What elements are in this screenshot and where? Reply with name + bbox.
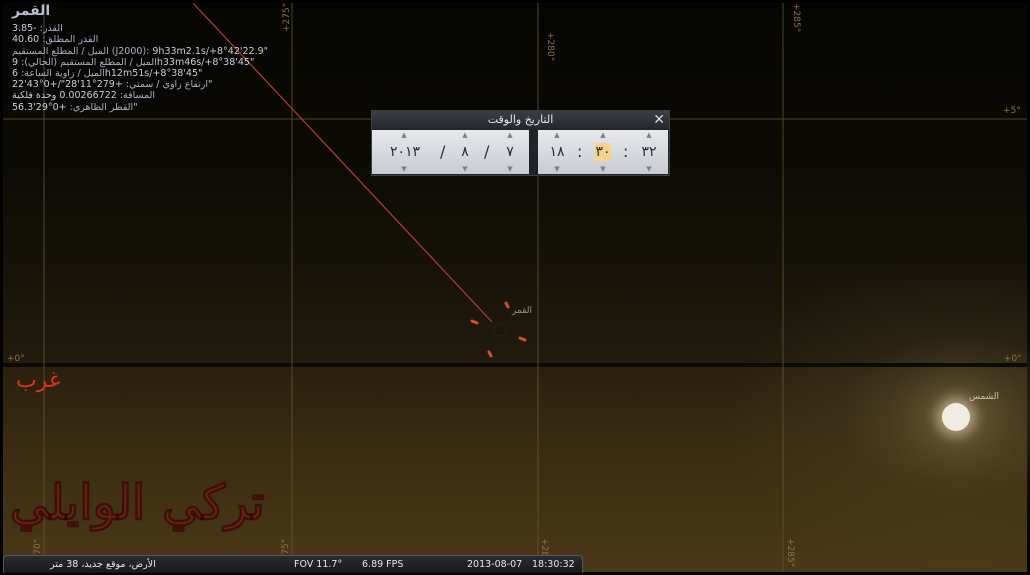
- grid-label-dec-5: +5°: [1003, 106, 1021, 116]
- info-row-alt-az: ارتفاع زاوي / سمتي: +279°11'28"/+0°43'22…: [12, 79, 213, 91]
- grid-label-ra-280-top: +280°: [545, 32, 555, 61]
- month-spinbox[interactable]: ▲ ٨ ▼: [451, 130, 479, 174]
- second-value[interactable]: ٣٢: [635, 143, 663, 161]
- grid-label-ra-275-top: +275°: [282, 3, 292, 32]
- time-panel: ▲ ١٨ ▼ : ▲ ٣٠ ▼ : ▲ ٣٢ ▼: [538, 130, 668, 174]
- grid-label-ra-285-top: +285°: [791, 3, 801, 32]
- info-row-ra-dec-j2000: الميل / المطلع المستقيم (J2000): 9h33m2.…: [12, 45, 269, 57]
- moon-label[interactable]: القمر: [512, 306, 532, 316]
- watermark-text: تركي الوايلي: [10, 475, 266, 532]
- date-panel: ▲ ٢٠١٣ ▼ / ▲ ٨ ▼ / ▲ ٧ ▼: [372, 130, 529, 174]
- day-value[interactable]: ٧: [496, 143, 524, 161]
- stellarium-view[interactable]: +275° +280° +285° +270° +275° +280° +285…: [0, 0, 1030, 575]
- grid-label-dec-0-right: +0°: [1004, 354, 1022, 364]
- hour-up-arrow-icon[interactable]: ▲: [543, 130, 571, 140]
- hour-value[interactable]: ١٨: [543, 143, 571, 161]
- status-location[interactable]: الأرض، موقع جديد، 38 متر: [50, 556, 156, 573]
- status-fps: 6.89 FPS: [362, 559, 404, 570]
- day-down-arrow-icon[interactable]: ▼: [496, 164, 524, 174]
- status-time[interactable]: 18:30:32: [532, 556, 575, 573]
- year-up-arrow-icon[interactable]: ▲: [390, 130, 418, 140]
- date-separator: /: [440, 142, 446, 161]
- day-spinbox[interactable]: ▲ ٧ ▼: [496, 130, 524, 174]
- hour-spinbox[interactable]: ▲ ١٨ ▼: [543, 130, 571, 174]
- minute-up-arrow-icon[interactable]: ▲: [589, 130, 617, 140]
- second-spinbox[interactable]: ▲ ٣٢ ▼: [635, 130, 663, 174]
- date-time-dialog[interactable]: التاريخ والوقت ✕ ▲ ٢٠١٣ ▼ / ▲ ٨ ▼ / ▲ ٧ …: [371, 110, 670, 176]
- day-up-arrow-icon[interactable]: ▲: [496, 130, 524, 140]
- hour-down-arrow-icon[interactable]: ▼: [543, 164, 571, 174]
- info-row-apparent-diameter: القطر الظاهري: +0°29'56.3": [12, 101, 138, 113]
- status-bar[interactable]: الأرض، موقع جديد، 38 متر FOV 11.7° 6.89 …: [3, 555, 583, 573]
- close-icon[interactable]: ✕: [653, 111, 665, 129]
- grid-label-ra-285-bottom: +285°: [785, 538, 795, 567]
- info-row-magnitude: القدر: -3.85: [12, 23, 63, 35]
- year-down-arrow-icon[interactable]: ▼: [390, 164, 418, 174]
- month-value[interactable]: ٨: [451, 143, 479, 161]
- year-value[interactable]: ٢٠١٣: [390, 143, 420, 161]
- info-row-hour-angle: الميل / زاوية الساعة: 6h12m51s/+8°38'45": [12, 68, 203, 80]
- status-fov: FOV 11.7°: [294, 559, 343, 570]
- second-up-arrow-icon[interactable]: ▲: [635, 130, 663, 140]
- dialog-titlebar[interactable]: التاريخ والوقت ✕: [372, 111, 669, 129]
- dialog-title: التاريخ والوقت: [487, 113, 554, 126]
- info-row-absolute-magnitude: القدر المطلق: 40.60: [12, 34, 99, 46]
- time-separator: :: [623, 142, 629, 161]
- year-spinbox[interactable]: ▲ ٢٠١٣ ▼: [390, 130, 420, 174]
- object-info-panel: القمر القدر: -3.85 القدر المطلق: 40.60 ا…: [12, 3, 269, 113]
- info-row-distance: المسافة: 0.00266722 وحدة فلكية: [12, 90, 156, 102]
- sun-disk[interactable]: [942, 403, 970, 431]
- time-separator: :: [577, 142, 583, 161]
- month-up-arrow-icon[interactable]: ▲: [451, 130, 479, 140]
- status-date[interactable]: 2013-08-07: [467, 556, 522, 573]
- grid-label-dec-0-left: +0°: [7, 354, 25, 364]
- moon-disk[interactable]: [493, 323, 507, 337]
- month-down-arrow-icon[interactable]: ▼: [451, 164, 479, 174]
- second-down-arrow-icon[interactable]: ▼: [635, 164, 663, 174]
- minute-spinbox[interactable]: ▲ ٣٠ ▼: [589, 130, 617, 174]
- minute-down-arrow-icon[interactable]: ▼: [589, 164, 617, 174]
- object-name: القمر: [12, 3, 51, 19]
- minute-value[interactable]: ٣٠: [595, 143, 611, 161]
- info-row-ra-dec-current: الميل / المطلع المستقيم (الحالي): 9h33m4…: [12, 56, 255, 68]
- date-separator: /: [484, 142, 490, 161]
- sun-label[interactable]: الشمس: [969, 392, 999, 402]
- cardinal-west-label: غرب: [16, 368, 61, 393]
